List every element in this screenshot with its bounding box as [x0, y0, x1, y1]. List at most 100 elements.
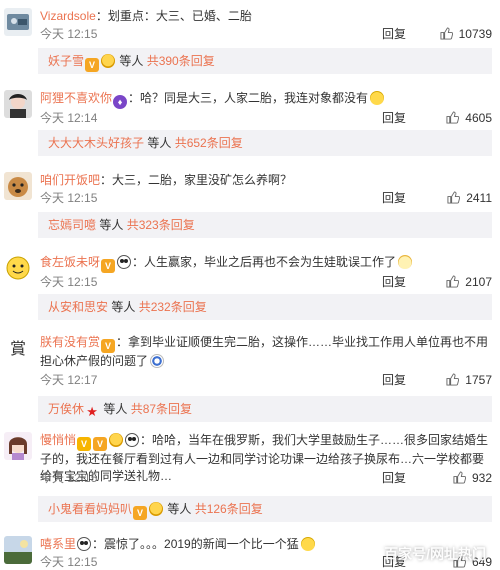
sub-reply-user[interactable]: 妖子雪: [48, 54, 84, 68]
like-count: 932: [471, 471, 492, 485]
sub-replies-bar[interactable]: 大大大木头好孩子 等人 共652条回复: [38, 130, 492, 156]
panda-badge-icon: [77, 537, 92, 551]
panda-badge-icon: [117, 255, 132, 269]
thumbs-up-icon: [453, 471, 466, 484]
star-badge-icon: ★: [86, 404, 98, 419]
comment-username[interactable]: 慢悄悄: [40, 433, 76, 447]
sub-replies-bar[interactable]: 妖子雪 V 等人 共390条回复: [38, 48, 492, 74]
like-count: 1757: [465, 373, 492, 387]
sub-replies-bar[interactable]: 小鬼看看妈妈叭 V 等人 共126条回复: [38, 496, 492, 522]
svg-text:賞: 賞: [10, 339, 26, 358]
comment-text: ：震惊了。。。2019的新闻一个比一个猛: [92, 537, 299, 551]
reply-button[interactable]: 回复: [382, 274, 406, 290]
avatar[interactable]: [4, 8, 32, 36]
cat-emoji-icon: [398, 255, 413, 269]
comment-text: ：划重点：大三、已婚、二胎: [95, 9, 252, 23]
thumbs-up-icon: [446, 111, 460, 124]
gold-medal-icon: [109, 433, 124, 447]
vip-badge-icon: V: [101, 339, 116, 353]
verified-v-icon: V: [77, 437, 92, 451]
comment-text: ：人生赢家，毕业之后再也不会为生娃耽误工作了: [132, 255, 397, 269]
vip-badge-icon: V: [85, 58, 100, 72]
avatar[interactable]: [4, 432, 32, 460]
comment-text: ：大三，二胎，家里没矿怎么养啊？: [100, 173, 293, 187]
vip-badge-icon: V: [101, 259, 116, 273]
reply-button[interactable]: 回复: [382, 470, 406, 486]
sweat-emoji-icon: [300, 537, 315, 551]
like-button[interactable]: 4605: [422, 110, 492, 126]
sub-reply-count[interactable]: 共323条回复: [127, 218, 195, 232]
like-button[interactable]: 10739: [422, 26, 492, 42]
sub-reply-count[interactable]: 共126条回复: [195, 502, 263, 516]
like-button[interactable]: 1757: [422, 372, 492, 388]
sub-replies-bar[interactable]: 忘嫣司噫 等人 共323条回复: [38, 212, 492, 238]
sub-reply-text: 等人: [164, 502, 195, 516]
sub-replies-bar[interactable]: 万俟休 ★ 等人 共87条回复: [38, 396, 492, 422]
comment-item: 咱们开饭吧：大三，二胎，家里没矿怎么养啊？ 今天 12:15 回复 2411 忘…: [0, 164, 500, 238]
sub-reply-text: 等人: [116, 54, 147, 68]
sub-reply-text: 等人: [96, 218, 127, 232]
sub-reply-user[interactable]: 忘嫣司噫: [48, 218, 96, 232]
avatar[interactable]: 賞: [4, 334, 32, 362]
sub-reply-user[interactable]: 从安和思安: [48, 300, 108, 314]
like-count: 10739: [458, 27, 492, 41]
sub-reply-user[interactable]: 小鬼看看妈妈叭: [48, 502, 132, 516]
comment-username[interactable]: Vizardsole: [40, 9, 96, 23]
sub-reply-count[interactable]: 共652条回复: [175, 136, 243, 150]
thumbs-up-icon: [446, 373, 460, 386]
sub-reply-text: 等人: [100, 402, 131, 416]
like-count: 2107: [465, 275, 492, 289]
sub-reply-count[interactable]: 共390条回复: [147, 54, 215, 68]
comment-item: 食左饭未呀 V ：人生赢家，毕业之后再也不会为生娃耽误工作了 今天 12:15 回复…: [0, 246, 500, 320]
comment-time: 今天 12:15: [40, 191, 98, 205]
panda-badge-icon: [125, 433, 140, 447]
like-count: 2411: [466, 191, 492, 205]
like-button[interactable]: 2107: [422, 274, 492, 290]
vip-badge-icon: V: [133, 506, 148, 520]
gold-medal-icon: [149, 502, 164, 516]
reply-button[interactable]: 回复: [382, 110, 406, 126]
comment-time: 今天 12:15: [40, 555, 98, 569]
avatar[interactable]: [4, 254, 32, 282]
watermark: 百家号/网址热门: [384, 546, 486, 562]
avatar[interactable]: [4, 536, 32, 564]
comment-text: ：哈？同是大三，人家二胎，我连对象都没有: [128, 91, 369, 105]
sub-reply-count[interactable]: 共87条回复: [131, 402, 192, 416]
reply-button[interactable]: 回复: [382, 372, 406, 388]
shocked-emoji-icon: [150, 354, 165, 368]
comment-time: 今天 12:15: [40, 275, 98, 289]
avatar[interactable]: [4, 90, 32, 118]
comment-username[interactable]: 朕有没有赏: [40, 335, 100, 349]
sub-reply-user[interactable]: 万俟休: [48, 402, 84, 416]
comment-item: 慢悄悄 V V ：哈哈，当年在俄罗斯，我们大学里鼓励生子……很多回家结婚生子的，我还在…: [0, 424, 500, 524]
like-count: 4605: [465, 111, 492, 125]
like-button[interactable]: 2411: [422, 190, 492, 206]
thumbs-up-icon: [440, 27, 453, 40]
sub-replies-bar[interactable]: 从安和思安 等人 共232条回复: [38, 294, 492, 320]
reply-button[interactable]: 回复: [382, 26, 406, 42]
avatar[interactable]: [4, 172, 32, 200]
comment-item: 阿狸不喜欢你 ♦ ：哈？同是大三，人家二胎，我连对象都没有 今天 12:14 回复 …: [0, 82, 500, 156]
comment-username[interactable]: 阿狸不喜欢你: [40, 91, 112, 105]
gold-medal-icon: [101, 54, 116, 68]
comment-username[interactable]: 嘻系里: [40, 537, 76, 551]
thumbs-up-icon: [446, 275, 460, 288]
comment-time: 今天 12:14: [40, 111, 98, 125]
vip-badge-icon: V: [93, 437, 108, 451]
comment-username[interactable]: 咱们开饭吧: [40, 173, 100, 187]
comment-time: 今天 12:17: [40, 373, 98, 387]
thumbs-up-icon: [447, 191, 461, 204]
reply-button[interactable]: 回复: [382, 190, 406, 206]
like-button[interactable]: 932: [422, 470, 492, 486]
member-badge-icon: ♦: [113, 95, 128, 109]
comment-username[interactable]: 食左饭未呀: [40, 255, 100, 269]
comment-time: 今天 12:15: [40, 471, 98, 485]
sub-reply-text: 等人: [144, 136, 175, 150]
sweat-emoji-icon: [370, 91, 385, 105]
sub-reply-text: 等人: [108, 300, 139, 314]
comment-item: 賞 朕有没有赏 V ：拿到毕业证顺便生完二胎，这操作……毕业找工作用人单位再也不用担…: [0, 326, 500, 422]
sub-reply-user[interactable]: 大大大木头好孩子: [48, 136, 144, 150]
comment-time: 今天 12:15: [40, 27, 98, 41]
sub-reply-count[interactable]: 共232条回复: [139, 300, 207, 314]
comment-item: Vizardsole：划重点：大三、已婚、二胎 今天 12:15 回复 1073…: [0, 0, 500, 74]
